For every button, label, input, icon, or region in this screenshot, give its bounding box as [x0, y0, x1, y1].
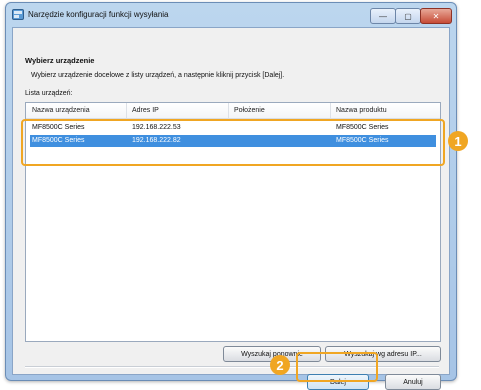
dialog-window: Narzędzie konfiguracji funkcji wysyłania… [5, 2, 457, 390]
column-location[interactable]: Położenie [234, 107, 265, 114]
column-divider[interactable] [126, 103, 127, 118]
cancel-button[interactable]: Anuluj [385, 374, 441, 390]
callout-badge-1: 1 [448, 131, 468, 151]
window-title: Narzędzie konfiguracji funkcji wysyłania [28, 10, 169, 19]
minimize-button[interactable]: — [370, 8, 396, 24]
column-device-name[interactable]: Nazwa urządzenia [32, 107, 90, 114]
callout-highlight-device-list [21, 119, 445, 166]
dialog-content: Wybierz urządzenie Wybierz urządzenie do… [12, 27, 450, 390]
column-product-name[interactable]: Nazwa produktu [336, 107, 387, 114]
callout-badge-2: 2 [270, 355, 290, 375]
column-ip-address[interactable]: Adres IP [132, 107, 159, 114]
instruction-text: Wybierz urządzenie docelowe z listy urzą… [31, 72, 285, 79]
column-divider[interactable] [330, 103, 331, 118]
section-heading: Wybierz urządzenie [25, 56, 95, 65]
close-button[interactable]: ✕ [420, 8, 452, 24]
device-list-header: Nazwa urządzenia Adres IP Położenie Nazw… [26, 103, 440, 119]
callout-highlight-next-button [296, 352, 378, 382]
device-list-label: Lista urządzeń: [25, 90, 73, 97]
column-divider[interactable] [228, 103, 229, 118]
maximize-button[interactable]: ▢ [395, 8, 421, 24]
title-bar[interactable]: Narzędzie konfiguracji funkcji wysyłania… [6, 3, 456, 27]
app-icon [12, 9, 24, 20]
